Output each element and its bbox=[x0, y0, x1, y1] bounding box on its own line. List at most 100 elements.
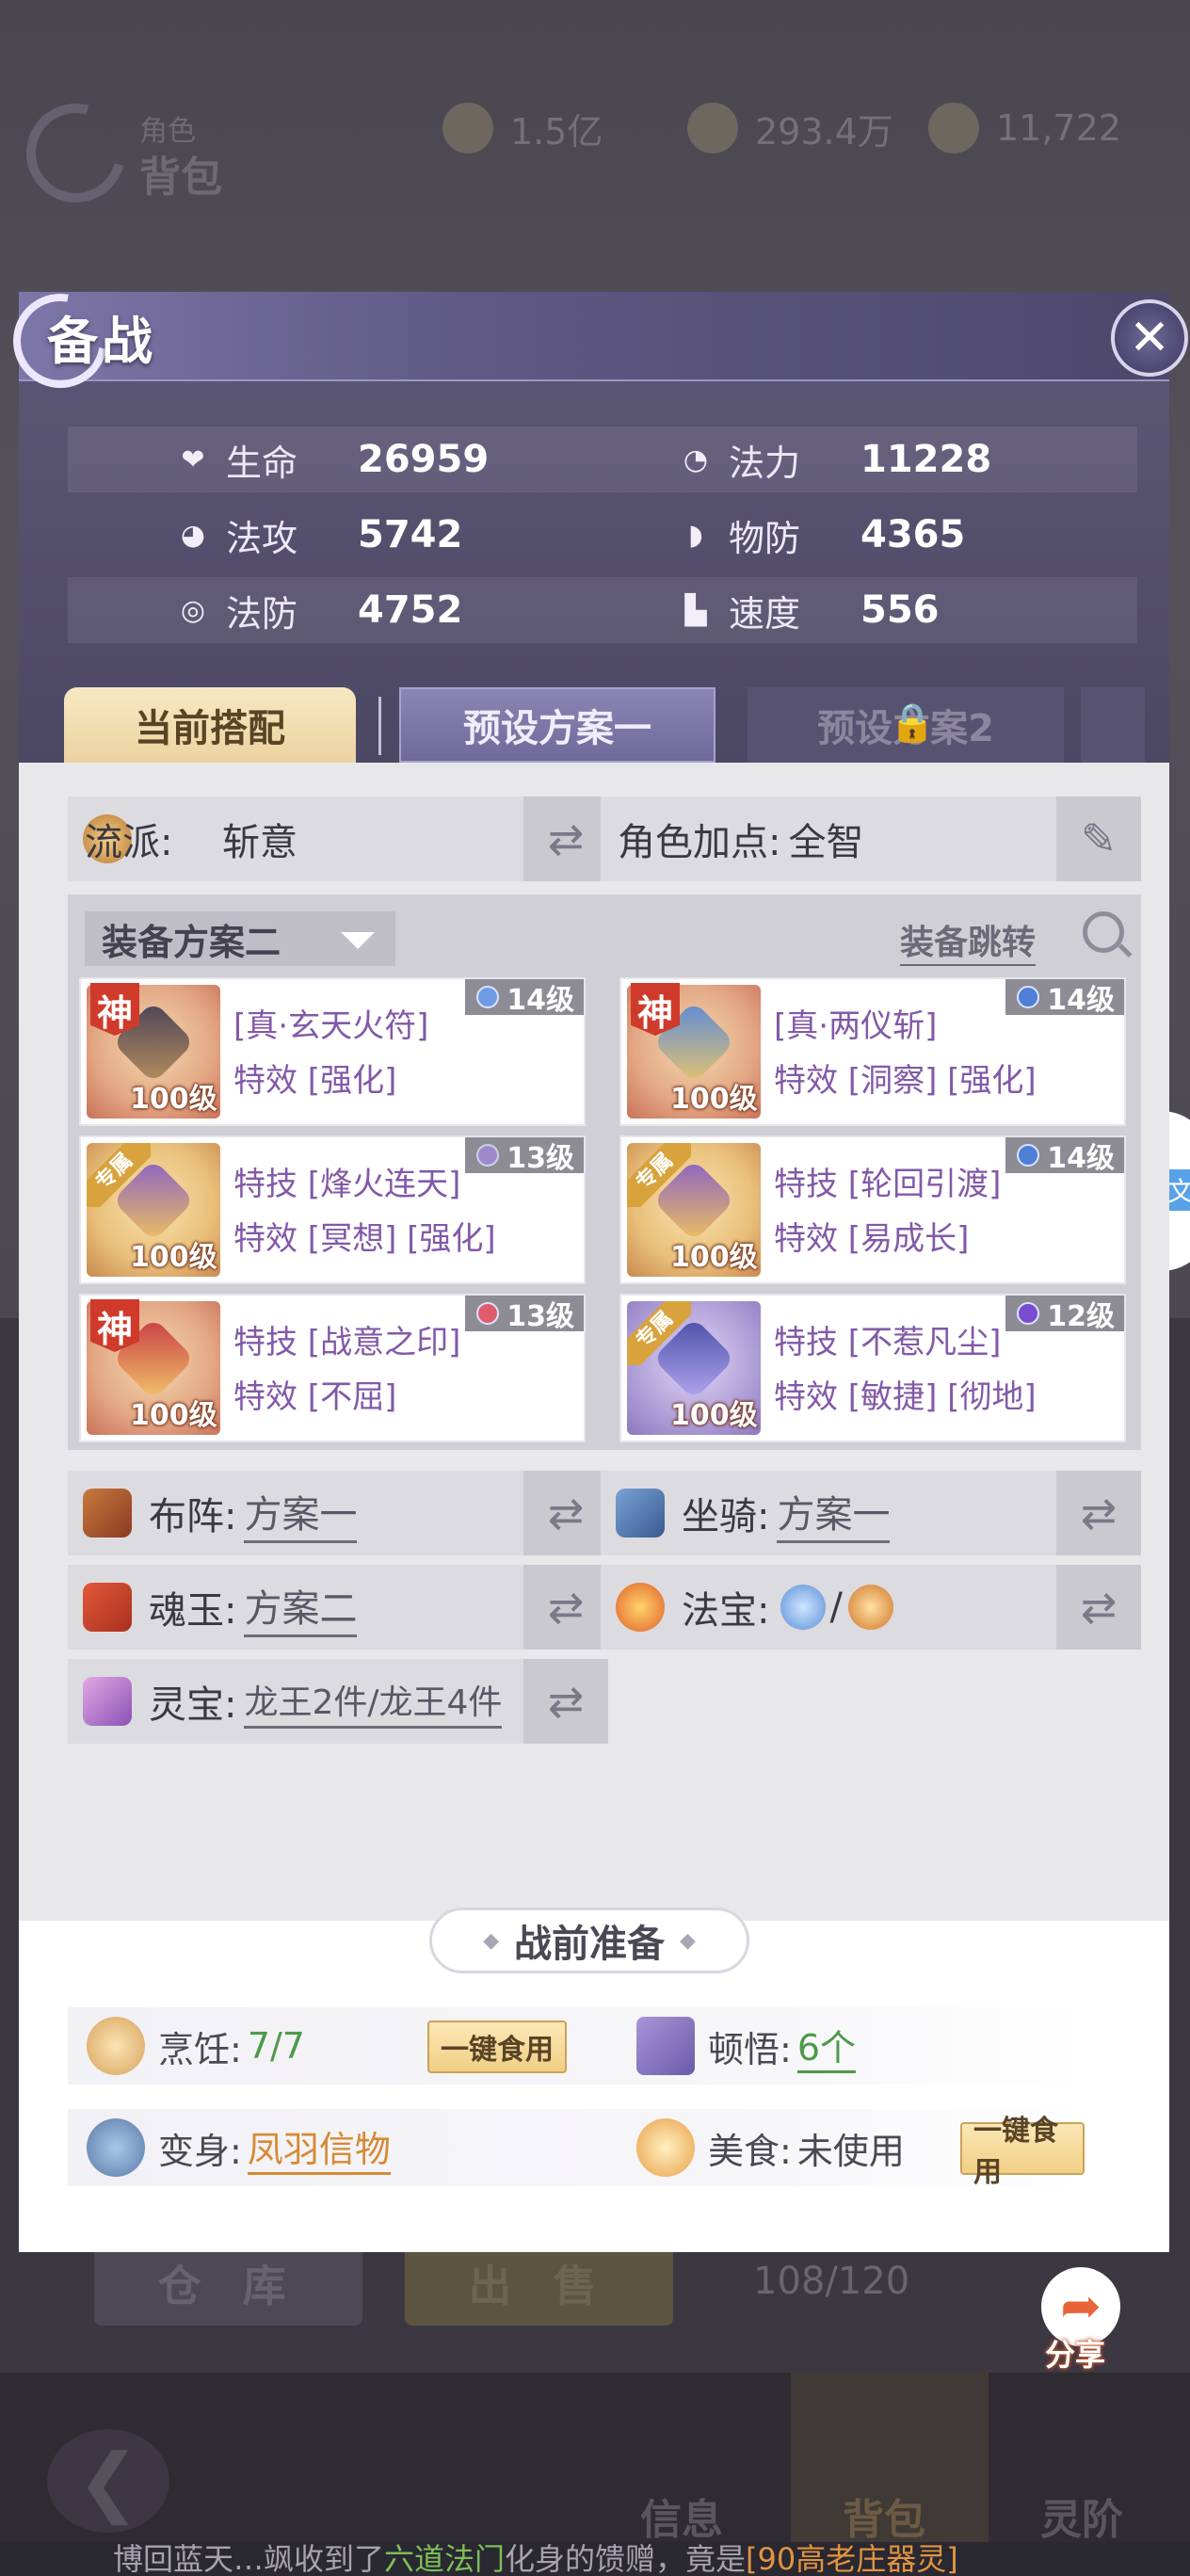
jade-icon bbox=[928, 103, 979, 153]
equip-slot-1[interactable]: 神 100级 14级 [真·玄天火符] 特效 [强化] bbox=[79, 977, 586, 1126]
eat-all-cooking-button[interactable]: 一键食用 bbox=[427, 2021, 567, 2073]
blue-gem-icon bbox=[1017, 986, 1040, 1008]
prep-row-2: 变身: 凤羽信物 美食: 未使用 一键食用 bbox=[68, 2109, 1085, 2189]
equip-plan-dropdown[interactable]: 装备方案二 bbox=[85, 911, 395, 966]
dialog-titlebar bbox=[19, 292, 1169, 381]
star-gem-icon bbox=[476, 986, 500, 1008]
magic-attack-icon: ◕ bbox=[180, 518, 206, 552]
scroll-icon bbox=[616, 1489, 665, 1538]
gem-level-badge: 14级 bbox=[465, 979, 584, 1017]
eat-all-food-button[interactable]: 一键食用 bbox=[960, 2115, 1085, 2189]
stat-magic-attack: ◕ 法攻 5742 bbox=[177, 502, 462, 568]
bottom-nav bbox=[0, 2373, 1190, 2552]
preset-tabs: 当前搭配 预设方案一 预设方案2 🔒 bbox=[64, 687, 1147, 763]
transform-icon bbox=[87, 2118, 145, 2177]
red-gem-icon bbox=[476, 1302, 500, 1325]
gem-level-badge: 13级 bbox=[465, 1296, 584, 1333]
divine-tag: 神 bbox=[90, 1299, 139, 1352]
insight-item: 顿悟: 6个 bbox=[636, 2007, 856, 2085]
food-item: 美食: 未使用 bbox=[636, 2109, 905, 2186]
currency-gold: 293.4万 bbox=[687, 100, 893, 156]
tab-preset-2[interactable]: 预设方案2 🔒 bbox=[748, 687, 1064, 763]
chevron-down-icon bbox=[341, 932, 375, 949]
formation-book-icon bbox=[83, 1489, 132, 1538]
bun-icon bbox=[87, 2017, 145, 2075]
switch-soul-jade-button[interactable]: ⇄ bbox=[523, 1565, 608, 1650]
prep-row-1: 烹饪: 7/7 一键食用 顿悟: 6个 bbox=[68, 2007, 1085, 2085]
stat-hp: ❤ 生命 26959 bbox=[177, 427, 489, 492]
brush-icon[interactable]: ✎ bbox=[1056, 797, 1141, 881]
equipment-panel: 装备方案二 装备跳转 神 100级 14级 [真·玄天火符] 特效 [强化] 神… bbox=[68, 894, 1141, 1450]
exclusive-tag: 专属 bbox=[627, 1301, 691, 1365]
goblet-treasure-icon[interactable] bbox=[847, 1585, 893, 1630]
heart-icon: ❤ bbox=[181, 443, 205, 476]
switch-mount-button[interactable]: ⇄ bbox=[1056, 1471, 1141, 1555]
gem-level-badge: 12级 bbox=[1005, 1296, 1124, 1333]
divine-tag: 神 bbox=[90, 983, 139, 1036]
equip-slot-6[interactable]: 专属 100级 12级 特技 [不惹凡尘] 特效 [敏捷] [彻地] bbox=[619, 1294, 1126, 1442]
equip-slot-4[interactable]: 专属 100级 14级 特技 [轮回引渡] 特效 [易成长] bbox=[619, 1135, 1126, 1284]
stat-speed: ▙ 速度 556 bbox=[680, 577, 939, 643]
school-row: 流派: 斩意 ⇄ bbox=[68, 797, 608, 881]
equip-jump-link[interactable]: 装备跳转 bbox=[900, 915, 1037, 966]
boot-icon: ▙ bbox=[684, 593, 707, 627]
moon-gem-icon bbox=[472, 1139, 504, 1171]
divine-tag: 神 bbox=[631, 983, 680, 1036]
battle-prep-dialog: 备战 ✕ ❤ 生命 26959 ◔ 法力 11228 ◕ 法攻 5742 ◗ 物… bbox=[0, 275, 1188, 2252]
magic-shield-icon: ◎ bbox=[180, 593, 206, 627]
equip-slot-3[interactable]: 专属 100级 13级 特技 [烽火连天] 特效 [冥想] [强化] bbox=[79, 1135, 586, 1284]
gem-level-badge: 14级 bbox=[1005, 979, 1124, 1017]
gold-ingot-icon bbox=[687, 103, 738, 153]
gem-level-badge: 13级 bbox=[465, 1137, 584, 1175]
sell-button[interactable]: 出 售 bbox=[405, 2241, 673, 2326]
nav-info[interactable]: 信息 bbox=[640, 2486, 723, 2546]
stat-magic-defense: ◎ 法防 4752 bbox=[177, 577, 462, 643]
switch-spirit-button[interactable]: ⇄ bbox=[523, 1659, 608, 1744]
mount-row: 坐骑: 方案一 ⇄ bbox=[601, 1471, 1141, 1555]
formation-row: 布阵: 方案一 ⇄ bbox=[68, 1471, 608, 1555]
nav-bag[interactable]: 背包 bbox=[843, 2486, 925, 2546]
back-arrow-icon[interactable]: ❮ bbox=[47, 2429, 169, 2533]
switch-formation-button[interactable]: ⇄ bbox=[523, 1471, 608, 1555]
prep-title: ◆ 战前准备 ◆ bbox=[429, 1908, 749, 1973]
tab-current[interactable]: 当前搭配 bbox=[64, 687, 356, 763]
gem-level-badge: 14级 bbox=[1005, 1137, 1124, 1175]
ring-treasure-icon[interactable] bbox=[780, 1585, 827, 1630]
bag-capacity: 108/120 bbox=[753, 2260, 910, 2303]
tab-more[interactable] bbox=[1081, 687, 1145, 763]
store-button[interactable]: 仓 库 bbox=[94, 2241, 362, 2326]
currency-copper: 1.5亿 bbox=[442, 100, 603, 156]
stats-panel: ❤ 生命 26959 ◔ 法力 11228 ◕ 法攻 5742 ◗ 物防 436… bbox=[68, 427, 1137, 656]
attribute-points-row: 角色加点: 全智 ✎ bbox=[601, 797, 1141, 881]
coin-icon bbox=[442, 103, 493, 153]
purple-gem-icon bbox=[1017, 1302, 1040, 1325]
transform-item: 变身: 凤羽信物 bbox=[87, 2109, 391, 2186]
gift-box-icon bbox=[83, 1677, 132, 1726]
blue-gem-icon bbox=[1017, 1144, 1040, 1167]
switch-treasure-button[interactable]: ⇄ bbox=[1056, 1565, 1141, 1650]
tab-preset-1[interactable]: 预设方案一 bbox=[399, 687, 716, 763]
close-button[interactable]: ✕ bbox=[1111, 299, 1188, 377]
flame-icon bbox=[616, 1583, 665, 1632]
bag-header: 角色 背包 1.5亿 293.4万 11,722 bbox=[0, 66, 1190, 221]
soul-jade-icon bbox=[83, 1583, 132, 1632]
nav-rank[interactable]: 灵阶 bbox=[1040, 2486, 1123, 2546]
dialog-title: 备战 bbox=[47, 312, 156, 371]
lock-icon: 🔒 bbox=[889, 701, 936, 745]
shield-icon: ◗ bbox=[688, 518, 703, 552]
switch-school-button[interactable]: ⇄ bbox=[523, 797, 608, 881]
equip-slot-2[interactable]: 神 100级 14级 [真·两仪斩] 特效 [洞察] [强化] bbox=[619, 977, 1126, 1126]
currency-jade: 11,722 bbox=[928, 100, 1121, 156]
cooking-item: 烹饪: 7/7 bbox=[87, 2007, 305, 2085]
book-icon bbox=[636, 2017, 695, 2075]
stat-phys-defense: ◗ 物防 4365 bbox=[680, 502, 965, 568]
equip-slot-5[interactable]: 神 100级 13级 特技 [战意之印] 特效 [不屈] bbox=[79, 1294, 586, 1442]
share-label[interactable]: 分享 bbox=[1045, 2331, 1105, 2375]
mana-icon: ◔ bbox=[683, 443, 709, 476]
exclusive-tag: 专属 bbox=[87, 1143, 151, 1207]
food-bowl-icon bbox=[636, 2118, 695, 2177]
treasure-row: 法宝: / ⇄ bbox=[601, 1565, 1141, 1650]
search-icon[interactable] bbox=[1083, 911, 1124, 953]
spirit-treasure-row: 灵宝: 龙王2件/龙王4件 ⇄ bbox=[68, 1659, 608, 1744]
broadcast-ticker: 博回蓝天…飒收到了六道法门化身的馈赠，竟是[90高老庄器灵] bbox=[0, 2542, 1190, 2576]
